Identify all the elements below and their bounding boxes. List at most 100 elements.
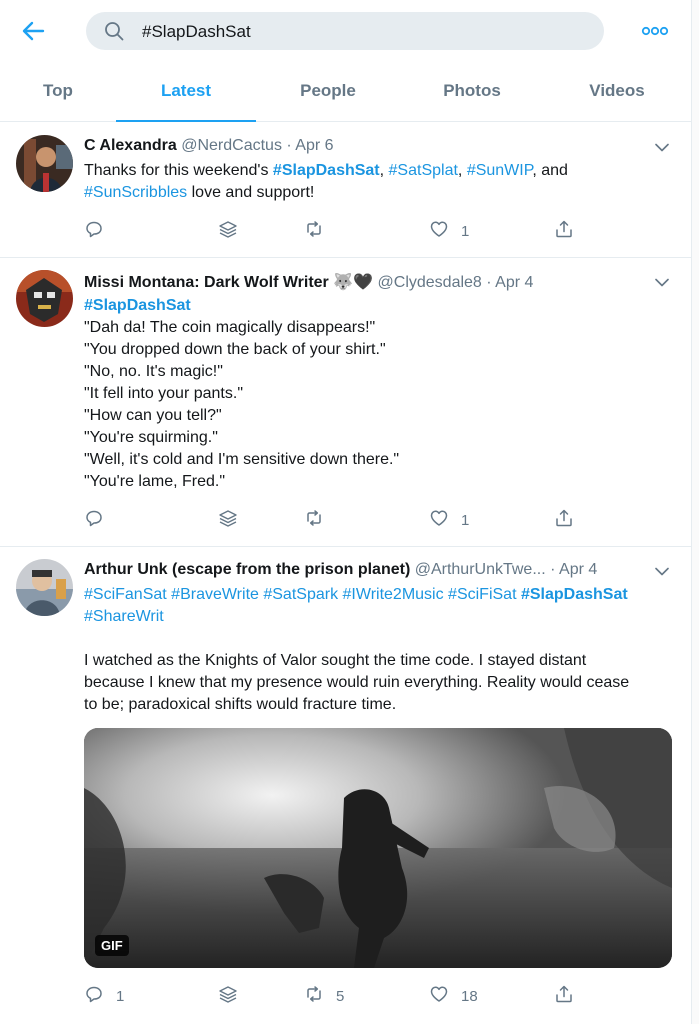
like-button[interactable]: 1	[429, 220, 469, 242]
tweet-text-run: ,	[457, 162, 467, 179]
top-bar: #SlapDashSat	[0, 0, 699, 64]
tab-latest[interactable]: Latest	[116, 64, 256, 122]
like-count: 1	[461, 511, 470, 529]
tab-people[interactable]: People	[256, 64, 400, 122]
tweet-header: Arthur Unk (escape from the prison plane…	[84, 561, 644, 579]
retweet-count: 5	[336, 987, 345, 1005]
like-count: 1	[461, 222, 470, 240]
share-icon	[554, 219, 574, 243]
like-button[interactable]: 18	[429, 985, 478, 1007]
tweet-line: "You're lame, Fred."	[84, 473, 225, 490]
tweet-actions: 1	[84, 220, 584, 242]
hashtag-link[interactable]: #ShareWrit	[84, 606, 674, 628]
scrollbar[interactable]	[691, 0, 699, 1024]
chevron-down-icon[interactable]	[655, 275, 669, 287]
tweet-line: "You dropped down the back of your shirt…	[84, 341, 386, 358]
display-name[interactable]: C Alexandra	[84, 137, 177, 154]
reply-button[interactable]	[84, 220, 104, 242]
user-handle[interactable]: @Clydesdale8	[378, 274, 482, 291]
tweet-date[interactable]: Apr 6	[295, 137, 333, 154]
gif-media[interactable]: GIF	[84, 728, 672, 968]
reply-button[interactable]	[84, 509, 104, 531]
tweet-item[interactable]: Arthur Unk (escape from the prison plane…	[0, 547, 691, 1024]
back-arrow-icon[interactable]	[18, 16, 48, 46]
hashtag-link[interactable]: #IWrite2Music	[343, 586, 444, 603]
tweet-line: "Dah da! The coin magically disappears!"	[84, 319, 376, 336]
tweet-date[interactable]: Apr 4	[559, 561, 597, 578]
hashtag-link[interactable]: #SlapDashSat	[273, 162, 380, 179]
tweet-text: #SciFanSat #BraveWrite #SatSpark #IWrite…	[84, 584, 674, 716]
tweet-actions: 1	[84, 509, 584, 531]
hashtag-link[interactable]: #SatSplat	[389, 162, 458, 179]
separator-dot: ·	[286, 137, 292, 154]
tweet-text-run: Thanks for this weekend's	[84, 162, 273, 179]
user-handle[interactable]: @ArthurUnkTwe...	[415, 561, 546, 578]
avatar[interactable]	[16, 270, 73, 327]
tweet-text: #SlapDashSat "Dah da! The coin magically…	[84, 295, 664, 493]
hashtag-link[interactable]: #SlapDashSat	[84, 295, 664, 317]
tweet-text-run: love and support!	[187, 184, 315, 201]
display-name[interactable]: Missi Montana: Dark Wolf Writer 🐺🖤	[84, 274, 373, 291]
share-button[interactable]	[554, 220, 574, 242]
retweet-button[interactable]	[304, 220, 324, 242]
stack-icon	[218, 984, 238, 1008]
retweet-button[interactable]	[304, 509, 324, 531]
avatar[interactable]	[16, 559, 73, 616]
share-button[interactable]	[554, 985, 574, 1007]
tweet-text: Thanks for this weekend's #SlapDashSat , …	[84, 160, 664, 204]
tab-top[interactable]: Top	[0, 64, 116, 122]
tweet-header: C Alexandra @NerdCactus · Apr 6	[84, 137, 334, 155]
hashtag-link[interactable]: #SatSpark	[263, 586, 338, 603]
hashtag-link[interactable]: #SciFiSat	[448, 586, 516, 603]
hashtag-link[interactable]: #SciFanSat	[84, 586, 167, 603]
search-tabs: Top Latest People Photos Videos	[0, 64, 699, 122]
search-icon	[104, 21, 124, 41]
share-icon	[554, 984, 574, 1008]
reply-count: 1	[116, 987, 125, 1005]
hashtag-link[interactable]: #SlapDashSat	[521, 586, 628, 603]
chevron-down-icon[interactable]	[655, 564, 669, 576]
hashtag-link[interactable]: #SunWIP	[467, 162, 533, 179]
tweet-line: "No, no. It's magic!"	[84, 363, 223, 380]
retweet-icon	[304, 984, 324, 1008]
separator-dot: ·	[550, 561, 556, 578]
tweet-header: Missi Montana: Dark Wolf Writer 🐺🖤 @Clyd…	[84, 272, 533, 292]
tweet-item[interactable]: C Alexandra @NerdCactus · Apr 6 Thanks f…	[0, 123, 691, 258]
tweet-item[interactable]: Missi Montana: Dark Wolf Writer 🐺🖤 @Clyd…	[0, 258, 691, 547]
hashtag-link[interactable]: #SunScribbles	[84, 184, 187, 201]
heart-icon	[429, 219, 449, 243]
reply-icon	[84, 984, 104, 1008]
gif-badge: GIF	[95, 935, 129, 956]
chevron-down-icon[interactable]	[655, 140, 669, 152]
hashtag-link[interactable]: #BraveWrite	[171, 586, 259, 603]
display-name[interactable]: Arthur Unk (escape from the prison plane…	[84, 561, 410, 578]
avatar[interactable]	[16, 135, 73, 192]
like-button[interactable]: 1	[429, 509, 469, 531]
tweet-line: "How can you tell?"	[84, 407, 222, 424]
tweet-text-run: ,	[379, 162, 389, 179]
retweet-button[interactable]: 5	[304, 985, 344, 1007]
tab-videos[interactable]: Videos	[544, 64, 690, 122]
gif-image	[84, 728, 672, 968]
tweet-date[interactable]: Apr 4	[495, 274, 533, 291]
user-handle[interactable]: @NerdCactus	[181, 137, 282, 154]
stack-button[interactable]	[218, 509, 238, 531]
reply-icon	[84, 219, 104, 243]
search-query[interactable]: #SlapDashSat	[142, 22, 251, 42]
more-dots-icon[interactable]	[640, 23, 670, 39]
tweet-actions: 1 5 18	[84, 985, 584, 1007]
share-button[interactable]	[554, 509, 574, 531]
tweet-line: I watched as the Knights of Valor sought…	[84, 652, 587, 669]
search-box[interactable]: #SlapDashSat	[86, 12, 604, 50]
tweet-line: because I knew that my presence would ru…	[84, 674, 630, 691]
stack-button[interactable]	[218, 220, 238, 242]
reply-button[interactable]: 1	[84, 985, 124, 1007]
stack-icon	[218, 219, 238, 243]
heart-icon	[429, 984, 449, 1008]
stack-button[interactable]	[218, 985, 238, 1007]
retweet-icon	[304, 508, 324, 532]
tweet-text-run: , and	[532, 162, 568, 179]
tab-photos[interactable]: Photos	[400, 64, 544, 122]
retweet-icon	[304, 219, 324, 243]
heart-icon	[429, 508, 449, 532]
